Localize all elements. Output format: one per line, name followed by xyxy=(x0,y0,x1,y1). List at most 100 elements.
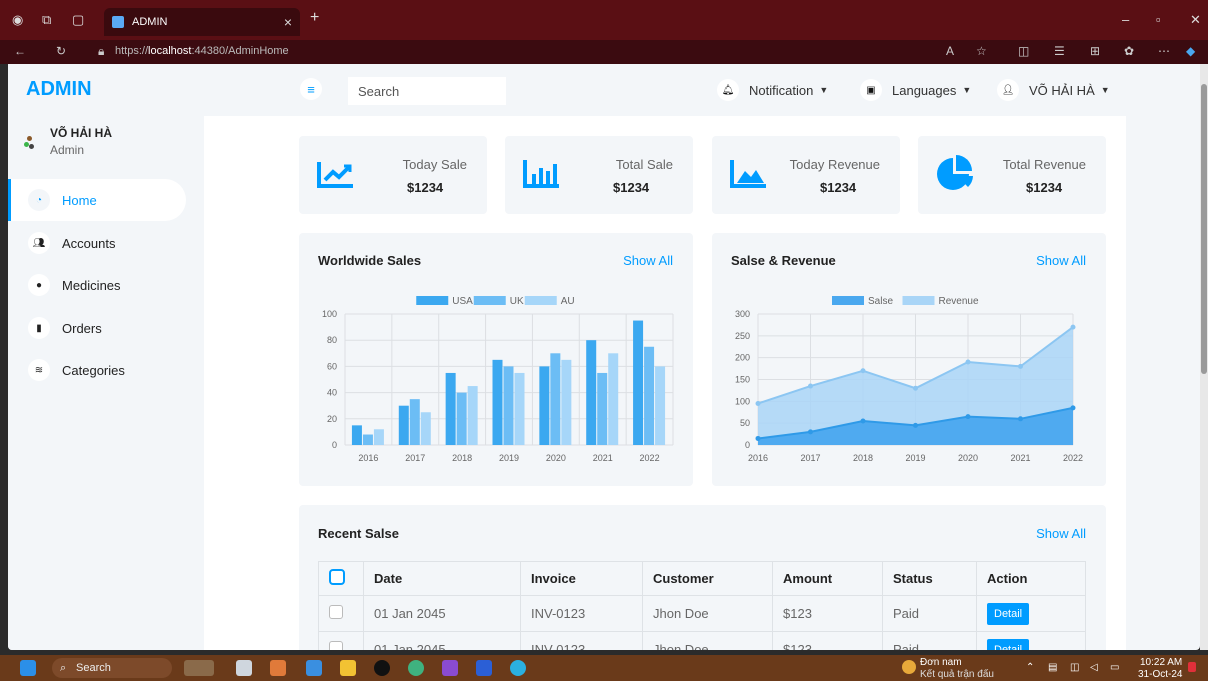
y-tick-label: 0 xyxy=(332,440,337,450)
lock-icon[interactable]: 🔒︎ xyxy=(98,44,104,59)
browser-tab[interactable]: ADMIN × xyxy=(104,8,300,36)
y-tick-label: 40 xyxy=(327,388,337,398)
browser-tab-bar: ◉ ⧉ ▢ ADMIN × + – ▫ ✕ xyxy=(0,0,1208,40)
bar xyxy=(597,372,608,445)
minimize-icon[interactable]: – xyxy=(1122,12,1129,27)
widgets-icon[interactable] xyxy=(184,660,214,676)
wifi-icon[interactable]: ◫ xyxy=(1070,662,1079,673)
legend-swatch xyxy=(832,296,864,305)
users-icon: 👥︎ xyxy=(28,232,50,254)
worldwide-sales-chart: USA UK AU 0 20 40 60 80 100 2016 2017 2018 2019 2020 2… xyxy=(322,296,674,463)
sidebar-item-label: Home xyxy=(62,192,97,208)
todo-icon[interactable] xyxy=(306,660,322,676)
battery-icon[interactable]: ▭ xyxy=(1110,662,1119,673)
sidebar-item-home[interactable]: ◔ Home xyxy=(8,179,186,221)
word-icon[interactable] xyxy=(476,660,492,676)
table-row: 01 Jan 2045 INV-0123 Jhon Doe $123 Paid … xyxy=(318,631,1086,650)
notification-icon[interactable] xyxy=(1188,662,1196,672)
split-screen-icon[interactable]: ◫ xyxy=(1018,44,1029,58)
bar xyxy=(456,392,467,445)
main-content: ≡ 🔔︎ Notification ▼ ▣ Languages ▼ 👤︎ VÕ … xyxy=(204,64,1126,650)
new-tab-icon[interactable]: + xyxy=(310,9,319,27)
bar xyxy=(514,372,525,445)
clock-date[interactable]: 31-Oct-24 xyxy=(1138,669,1182,680)
back-icon[interactable]: ← xyxy=(14,44,26,58)
row-checkbox[interactable] xyxy=(329,605,343,619)
show-hidden-icons-icon[interactable]: ⌃ xyxy=(1026,662,1034,673)
refresh-icon[interactable]: ↻ xyxy=(56,44,66,58)
column-header[interactable]: Action xyxy=(976,561,1086,596)
sidebar-item-accounts[interactable]: 👥︎ Accounts xyxy=(8,222,186,264)
visual-studio-icon[interactable] xyxy=(442,660,458,676)
show-all-link[interactable]: Show All xyxy=(1036,526,1086,541)
read-aloud-icon[interactable]: A xyxy=(946,44,954,58)
edge-icon[interactable] xyxy=(408,660,424,676)
select-all-checkbox[interactable] xyxy=(329,569,345,585)
language-icon: ▣ xyxy=(860,79,882,101)
copilot-app-icon[interactable] xyxy=(270,660,286,676)
stat-card-total-revenue: Total Revenue $1234 xyxy=(918,136,1106,214)
column-header[interactable]: Amount xyxy=(772,561,883,596)
url-field[interactable]: https://localhost:44380/AdminHome xyxy=(115,45,289,57)
close-window-icon[interactable]: ✕ xyxy=(1190,12,1201,28)
bar xyxy=(492,359,503,445)
detail-button[interactable]: Detail xyxy=(987,602,1030,625)
sidebar-item-orders[interactable]: ▮ Orders xyxy=(8,307,186,349)
user-dropdown[interactable]: 👤︎ VÕ HẢI HÀ ▼ xyxy=(997,79,1110,101)
cell-status: Paid xyxy=(882,595,977,632)
collections-icon[interactable]: ⊞ xyxy=(1090,44,1100,58)
tab-actions-icon[interactable]: ▢ xyxy=(72,12,84,28)
tiktok-icon[interactable] xyxy=(374,660,390,676)
scrollbar-thumb[interactable] xyxy=(1201,84,1207,374)
start-icon[interactable] xyxy=(20,660,36,676)
browser-icon[interactable] xyxy=(510,660,526,676)
search-input[interactable] xyxy=(348,77,506,105)
url-path: :44380/AdminHome xyxy=(191,45,289,57)
legend-swatch xyxy=(524,296,557,305)
news-subtitle[interactable]: Kết quả trận đấu xyxy=(920,669,994,680)
bar xyxy=(655,366,666,445)
stat-label: Today Revenue xyxy=(789,157,880,172)
favorite-star-icon[interactable]: ☆ xyxy=(976,44,987,58)
task-view-icon[interactable] xyxy=(236,660,252,676)
detail-button[interactable]: Detail xyxy=(987,638,1030,650)
column-header[interactable]: Customer xyxy=(642,561,773,596)
sidebar-item-categories[interactable]: ≋ Categories xyxy=(8,349,186,391)
restore-icon[interactable]: ▫ xyxy=(1156,12,1161,27)
data-point xyxy=(755,401,761,407)
brand-logo[interactable]: ADMIN xyxy=(26,78,92,101)
user-role: Admin xyxy=(50,143,85,157)
column-header[interactable]: Date xyxy=(363,561,521,596)
column-header[interactable]: Status xyxy=(882,561,977,596)
row-checkbox[interactable] xyxy=(329,641,343,650)
table-row: 01 Jan 2045 INV-0123 Jhon Doe $123 Paid … xyxy=(318,595,1086,632)
worldwide-sales-card: Worldwide Sales Show All USA UK AU 0 20 40 60 8… xyxy=(299,233,693,486)
bar xyxy=(373,429,384,445)
y-tick-label: 60 xyxy=(327,361,337,371)
extensions-icon[interactable]: ✿ xyxy=(1124,44,1134,58)
menu-toggle-icon[interactable]: ≡ xyxy=(300,78,322,100)
profile-icon[interactable]: ◉ xyxy=(12,12,23,28)
favorites-icon[interactable]: ☰ xyxy=(1054,44,1065,58)
cell-date: 01 Jan 2045 xyxy=(363,595,521,632)
workspaces-icon[interactable]: ⧉ xyxy=(42,12,51,28)
close-tab-icon[interactable]: × xyxy=(284,14,292,30)
taskbar-search[interactable]: ⌕ Search xyxy=(52,658,172,678)
more-options-icon[interactable]: ⋯ xyxy=(1158,44,1170,58)
keyboard-icon[interactable]: ▤ xyxy=(1048,662,1057,673)
column-header[interactable]: Invoice xyxy=(520,561,643,596)
volume-icon[interactable]: ◁ xyxy=(1090,662,1098,673)
news-title[interactable]: Đơn nam xyxy=(920,657,962,668)
y-tick-label: 150 xyxy=(735,375,750,385)
notification-badge-icon[interactable] xyxy=(902,660,916,674)
search-icon: ⌕ xyxy=(60,662,67,674)
clock-time[interactable]: 10:22 AM xyxy=(1140,657,1182,668)
user-name: VÕ HẢI HÀ xyxy=(50,126,113,140)
languages-dropdown[interactable]: ▣ Languages ▼ xyxy=(860,79,971,101)
sidebar-item-medicines[interactable]: ● Medicines xyxy=(8,264,186,306)
file-explorer-icon[interactable] xyxy=(340,660,356,676)
page-scrollbar[interactable] xyxy=(1200,64,1208,650)
bar xyxy=(409,399,420,445)
copilot-icon[interactable]: ◆ xyxy=(1186,44,1195,58)
notification-dropdown[interactable]: 🔔︎ Notification ▼ xyxy=(717,79,828,101)
